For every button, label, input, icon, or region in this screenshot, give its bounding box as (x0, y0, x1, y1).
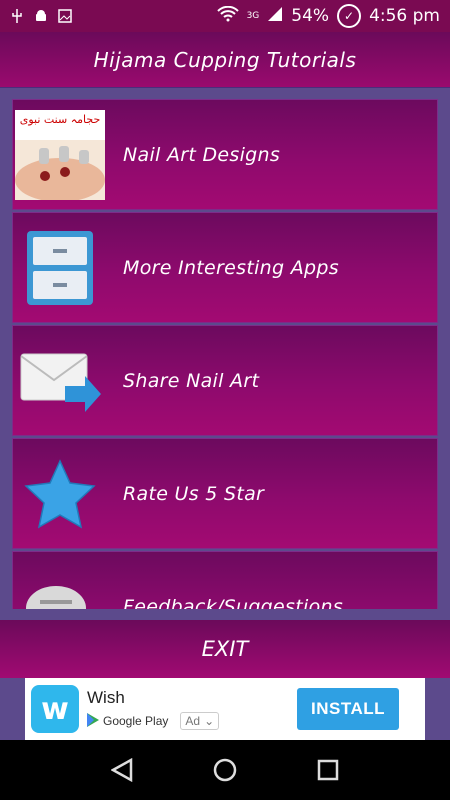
wish-logo: w (31, 685, 79, 733)
back-button[interactable] (102, 750, 142, 790)
google-play-icon (87, 712, 99, 730)
back-icon (110, 758, 132, 782)
recents-button[interactable] (308, 750, 348, 790)
install-button[interactable]: INSTALL (297, 688, 399, 730)
menu-item-nail-art-designs[interactable]: حجامہ سنت نبوی Nail Art Designs (12, 99, 438, 210)
menu-item-label: Nail Art Designs (123, 143, 281, 166)
ad-store: Google Play (103, 714, 169, 728)
network-type: 3G (246, 11, 260, 21)
ad-app-name: Wish (87, 688, 125, 707)
clock: 4:56 pm (369, 6, 440, 26)
ad-badge-label: Ad (185, 714, 201, 728)
chevron-down-icon: ⌄ (204, 714, 215, 728)
home-button[interactable] (205, 750, 245, 790)
menu-item-feedback[interactable]: Feedback/Suggestions (12, 551, 438, 609)
android-icon (34, 9, 48, 23)
page-title: Hijama Cupping Tutorials (93, 47, 357, 72)
ad-store-row: Google Play Ad ⌄ (87, 712, 220, 730)
svg-text:حجامہ سنت نبوی: حجامہ سنت نبوی (20, 113, 101, 126)
hijama-thumbnail: حجامہ سنت نبوی (15, 109, 105, 200)
signal-icon (267, 6, 283, 27)
exit-button[interactable]: EXIT (0, 620, 450, 678)
ad-text: Wish Google Play Ad ⌄ (87, 688, 220, 730)
app-bar: Hijama Cupping Tutorials (0, 32, 450, 88)
home-icon (213, 758, 237, 782)
share-envelope-icon (15, 336, 105, 426)
install-label: INSTALL (310, 699, 385, 718)
menu-list[interactable]: حجامہ سنت نبوی Nail Art Designs More Int… (12, 99, 438, 609)
cabinet-icon (15, 223, 105, 313)
recents-icon (318, 759, 339, 781)
wish-logo-letter: w (41, 691, 69, 727)
ad-badge[interactable]: Ad ⌄ (180, 712, 220, 730)
menu-item-label: More Interesting Apps (123, 256, 339, 279)
wifi-icon (216, 5, 239, 27)
battery-percent: 54% (291, 6, 330, 26)
battery-icon: ✓ (337, 4, 362, 28)
nav-bar (0, 740, 450, 800)
star-icon (15, 449, 105, 539)
status-bar: 3G 54% ✓ 4:56 pm (0, 0, 450, 32)
menu-item-share[interactable]: Share Nail Art (12, 325, 438, 436)
image-icon (58, 9, 72, 23)
ad-banner[interactable]: w Wish Google Play Ad ⌄ INSTALL (25, 678, 425, 740)
menu-item-more-apps[interactable]: More Interesting Apps (12, 212, 438, 323)
menu-item-label: Share Nail Art (123, 369, 260, 392)
menu-item-label: Rate Us 5 Star (123, 482, 265, 505)
menu-item-rate[interactable]: Rate Us 5 Star (12, 438, 438, 549)
chat-bubble-icon (15, 562, 105, 609)
menu-item-label: Feedback/Suggestions (123, 595, 344, 610)
exit-label: EXIT (201, 637, 249, 661)
usb-icon (10, 9, 24, 23)
